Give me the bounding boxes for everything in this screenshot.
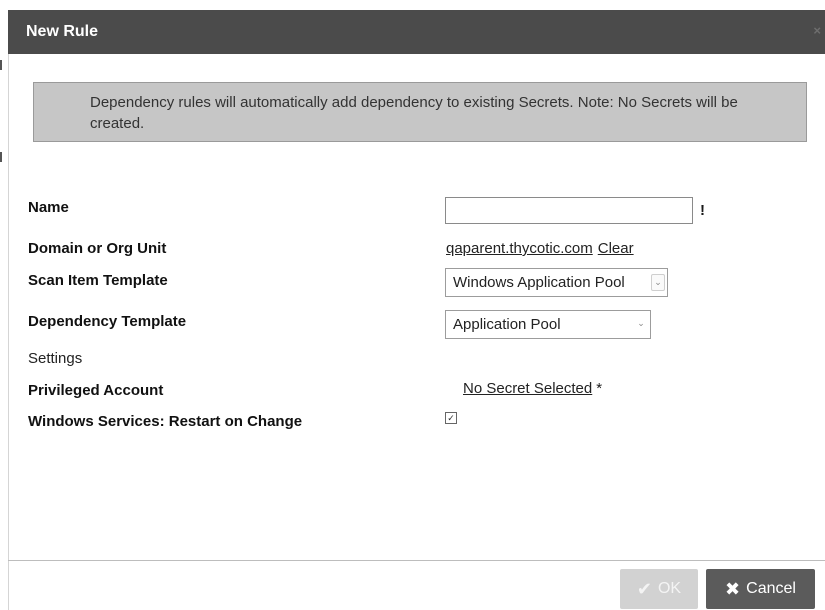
check-icon: ✔ [636, 578, 652, 599]
dialog-title-bar: New Rule × [8, 10, 825, 54]
dependency-template-label: Dependency Template [28, 313, 187, 330]
dialog-title: New Rule [26, 23, 99, 40]
settings-heading: Settings [28, 350, 83, 367]
checkmark-icon: ✓ [447, 413, 455, 423]
domain-value-group: qaparent.thycotic.com Clear [446, 240, 634, 257]
window-edge-mark [0, 152, 2, 162]
x-icon: ✖ [725, 578, 741, 599]
clear-domain-link[interactable]: Clear [598, 240, 634, 257]
dependency-template-value: Application Pool [453, 316, 561, 333]
restart-on-change-checkbox[interactable]: ✓ [445, 412, 457, 424]
scan-item-template-value: Windows Application Pool [453, 274, 625, 291]
name-input[interactable] [445, 197, 693, 224]
privileged-account-label: Privileged Account [28, 382, 164, 399]
dialog-border [8, 54, 9, 610]
name-label: Name [28, 199, 69, 216]
cancel-button[interactable]: ✖ Cancel [706, 569, 815, 609]
close-icon[interactable]: × [813, 23, 821, 38]
dependency-template-select[interactable]: Application Pool ⌄ [445, 310, 651, 339]
info-notice: Dependency rules will automatically add … [33, 82, 807, 142]
cancel-button-label: Cancel [746, 580, 796, 597]
scan-item-template-label: Scan Item Template [28, 272, 168, 289]
required-indicator: * [596, 380, 603, 397]
select-secret-link[interactable]: No Secret Selected [463, 380, 592, 397]
domain-link[interactable]: qaparent.thycotic.com [446, 240, 593, 257]
chevron-down-icon: ⌄ [651, 274, 665, 291]
scan-item-template-select[interactable]: Windows Application Pool ⌄ [445, 268, 668, 297]
chevron-down-icon: ⌄ [637, 318, 645, 328]
restart-on-change-label: Windows Services: Restart on Change [28, 413, 303, 430]
window-edge-mark [0, 60, 2, 70]
ok-button-label: OK [657, 580, 682, 597]
footer-divider [8, 560, 825, 561]
ok-button[interactable]: ✔ OK [620, 569, 698, 609]
required-indicator: ! [700, 202, 705, 219]
domain-label: Domain or Org Unit [28, 240, 167, 257]
privileged-account-group: No Secret Selected * [463, 380, 602, 397]
notice-text: Dependency rules will automatically add … [90, 94, 738, 132]
